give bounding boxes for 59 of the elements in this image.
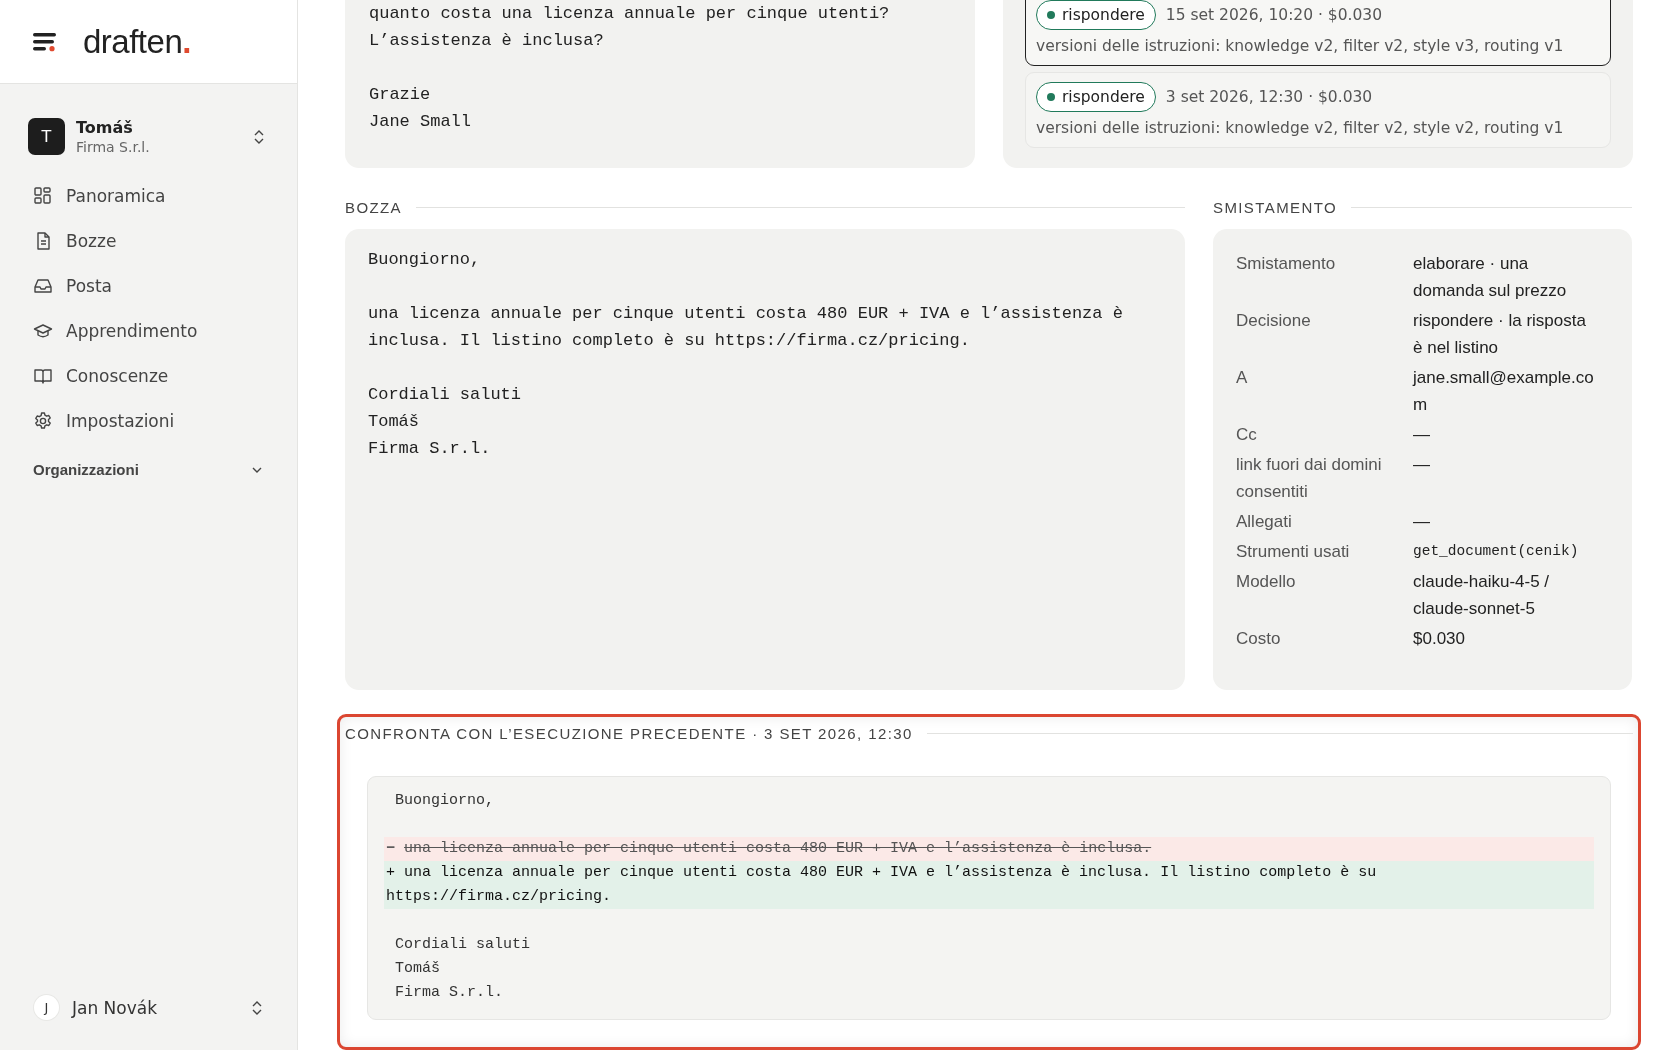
account-avatar: T — [28, 118, 65, 155]
run-card[interactable]: rispondere 15 set 2026, 10:20 · $0.030 versioni delle istruzioni: knowledge v2, filter v2, style v3, routing v1 — [1025, 0, 1611, 66]
draft-line: Firma S.r.l. — [368, 438, 492, 460]
run-versions: versioni delle istruzioni: knowledge v2, filter v2, style v3, routing v1 — [1036, 36, 1565, 56]
draft-line: Tomáš — [368, 411, 420, 433]
user-avatar: J — [34, 995, 59, 1020]
field-value: claude-haiku-4-5 / claude-sonnet-5 — [1413, 571, 1551, 620]
field-label: Smistamento — [1236, 253, 1337, 275]
section-heading: SMISTAMENTO — [1213, 198, 1338, 216]
account-org: Firma S.r.l. — [76, 139, 151, 155]
grid-icon — [33, 185, 53, 206]
diff-line: Tomáš — [394, 959, 441, 979]
decision-badge: rispondere — [1036, 82, 1156, 112]
field-value: — — [1413, 454, 1431, 476]
field-label: A — [1236, 367, 1249, 389]
email-line: Jane Small — [369, 111, 473, 133]
email-line: Grazie — [369, 84, 432, 106]
run-meta: 3 set 2026, 12:30 · $0.030 — [1165, 88, 1373, 106]
field-value: $0.030 — [1413, 628, 1466, 650]
logo-icon — [33, 31, 57, 52]
draft-line: Cordiali saluti — [368, 384, 523, 406]
diff-line: Firma S.r.l. — [394, 983, 505, 1003]
nav-item[interactable]: Bozze — [0, 218, 297, 263]
nav-item[interactable]: Posta — [0, 263, 297, 308]
run-card[interactable]: rispondere 3 set 2026, 12:30 · $0.030 versioni delle istruzioni: knowledge v2, filter v2, style v2, routing v1 — [1025, 72, 1611, 148]
diff-line: Cordiali saluti — [394, 935, 532, 955]
run-meta: 15 set 2026, 10:20 · $0.030 — [1165, 6, 1383, 24]
field-label: Modello — [1236, 571, 1297, 593]
nav-item[interactable]: Conoscenze — [0, 353, 297, 398]
field-value: jane.small@example.com — [1413, 367, 1595, 416]
organizations-toggle[interactable]: Organizzazioni — [33, 461, 263, 478]
settings-icon — [33, 410, 53, 431]
nav-item[interactable]: Impostazioni — [0, 398, 297, 443]
field-value: — — [1413, 511, 1431, 533]
field-label: link fuori dai domini consentiti — [1236, 454, 1383, 503]
section-heading: BOZZA — [345, 198, 402, 216]
chevron-icon — [251, 465, 263, 474]
decision-badge: rispondere — [1036, 0, 1156, 30]
field-label: Allegati — [1236, 511, 1293, 533]
draft-line: Buongiorno, — [368, 249, 482, 271]
nav-item[interactable]: Panoramica — [0, 173, 297, 218]
field-label: Strumenti usati — [1236, 541, 1351, 563]
field-value: get_document(cenik) — [1413, 542, 1580, 561]
logo: draften. — [83, 25, 191, 58]
diff-line: Buongiorno, — [394, 791, 496, 811]
user-name: Jan Novák — [72, 997, 159, 1018]
run-versions: versioni delle istruzioni: knowledge v2, filter v2, style v2, routing v1 — [1036, 118, 1565, 138]
account-switcher[interactable]: T Tomáš Firma S.r.l. — [28, 118, 269, 155]
field-label: Costo — [1236, 628, 1282, 650]
field-label: Cc — [1236, 424, 1258, 446]
nav-item[interactable]: Apprendimento — [0, 308, 297, 353]
account-name: Tomáš — [76, 118, 134, 137]
field-value: — — [1413, 424, 1431, 446]
draft-line: una licenza annuale per cinque utenti costa 480 EUR + IVA e l’assistenza è inclusa. Il listino completo è su https://firma.cz/pricing. — [368, 303, 1124, 352]
user-switcher[interactable]: J Jan Novák — [34, 995, 263, 1020]
field-label: Decisione — [1236, 310, 1312, 332]
section-heading: CONFRONTA CON L’ESECUZIONE PRECEDENTE · 3 SET 2026, 12:30 — [345, 724, 913, 742]
email-line: quanto costa una licenza annuale per cinque utenti? — [369, 3, 891, 25]
email-line: L’assistenza è inclusa? — [369, 30, 605, 52]
